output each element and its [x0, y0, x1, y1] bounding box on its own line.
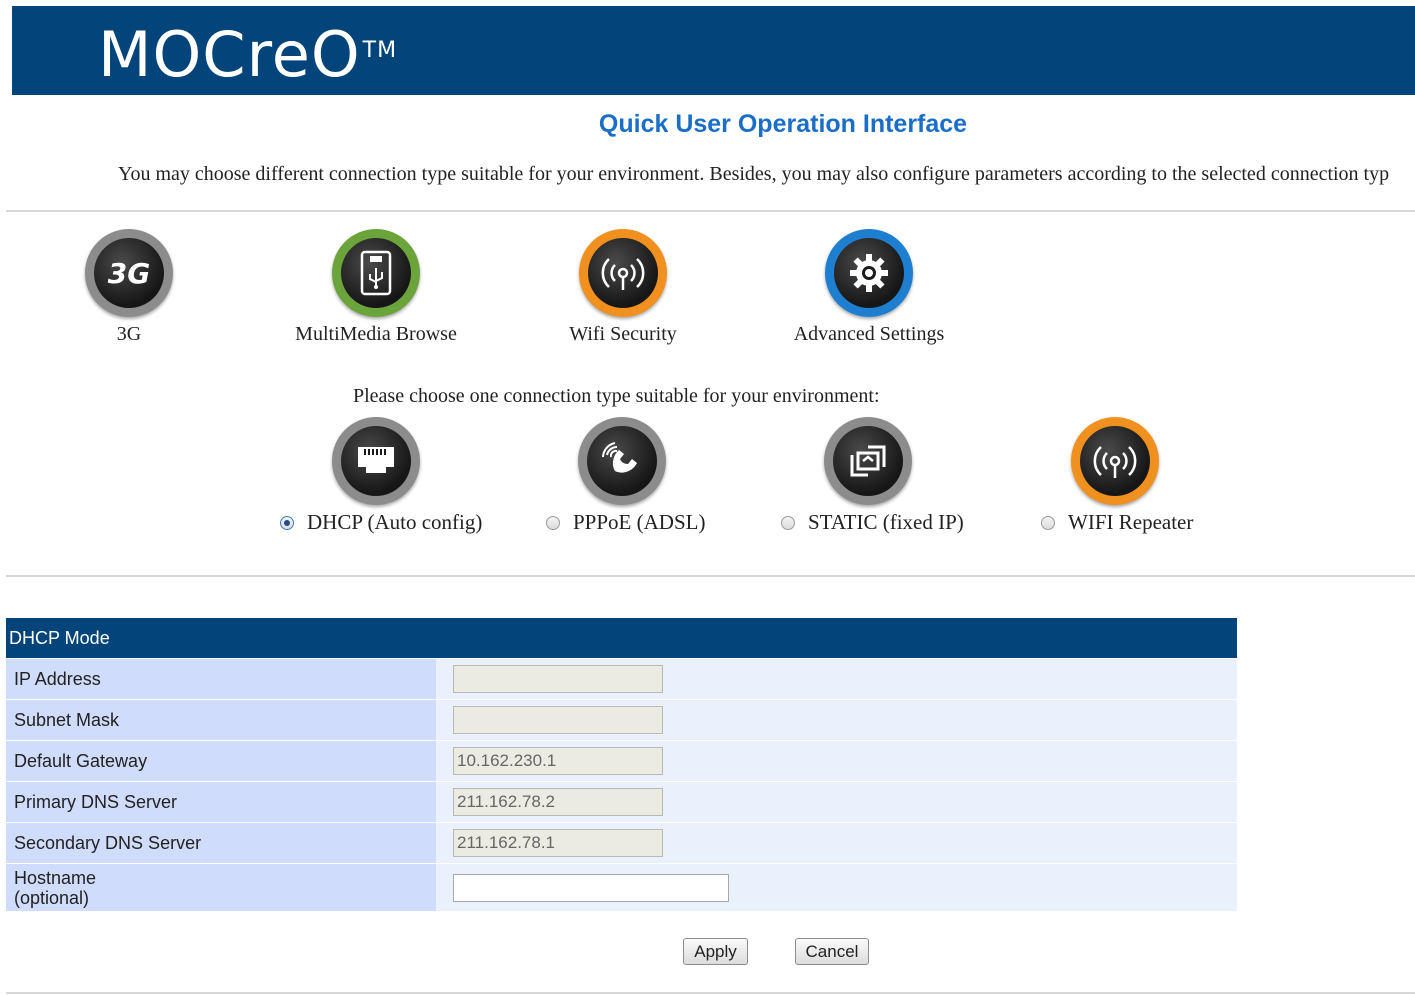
trademark: TM: [362, 38, 398, 63]
hostname-label-line1: Hostname: [14, 867, 97, 888]
divider: [6, 210, 1415, 212]
default-gateway-label: Default Gateway: [6, 740, 436, 781]
3g-icon: 3G: [85, 229, 173, 317]
page-description: You may choose different connection type…: [118, 163, 1390, 185]
radio-button[interactable]: [280, 515, 294, 530]
feature-label: MultiMedia Browse: [295, 323, 457, 345]
apply-button[interactable]: Apply: [683, 938, 748, 965]
radio-label: WIFI Repeater: [1068, 510, 1194, 534]
radio-label: DHCP (Auto config): [307, 510, 483, 534]
subnet-mask-field: [453, 706, 663, 734]
wifi-signal-icon: [579, 229, 667, 317]
cancel-button[interactable]: Cancel: [795, 938, 869, 965]
feature-label: 3G: [116, 323, 142, 345]
primary-dns-label: Primary DNS Server: [6, 781, 436, 822]
radio-wifi-repeater[interactable]: WIFI Repeater: [1041, 510, 1193, 535]
gear-icon: [825, 229, 913, 317]
divider: [6, 992, 1415, 994]
radio-static[interactable]: STATIC (fixed IP): [781, 510, 964, 535]
hostname-label-line2: (optional): [14, 887, 90, 908]
table-header: DHCP Mode: [6, 618, 1237, 658]
subnet-mask-label: Subnet Mask: [6, 699, 436, 740]
table-row: Default Gateway: [6, 740, 1237, 781]
default-gateway-field: [453, 747, 663, 775]
secondary-dns-label: Secondary DNS Server: [6, 822, 436, 863]
dhcp-mode-table: DHCP Mode IP Address Subnet Mask Default…: [6, 618, 1237, 911]
table-row: Secondary DNS Server: [6, 822, 1237, 863]
brand-name: MOCreO: [98, 18, 361, 91]
ethernet-icon[interactable]: [332, 417, 420, 505]
divider: [6, 575, 1415, 577]
radio-pppoe[interactable]: PPPoE (ADSL): [546, 510, 705, 535]
usb-drive-icon: [332, 229, 420, 317]
hostname-input[interactable]: [453, 873, 729, 902]
connection-prompt: Please choose one connection type suitab…: [353, 385, 880, 407]
wifi-signal-icon[interactable]: [1071, 417, 1159, 505]
feature-3g[interactable]: 3G 3G: [19, 229, 239, 346]
radio-dhcp[interactable]: DHCP (Auto config): [280, 510, 482, 535]
hostname-label: Hostname (optional): [6, 863, 436, 911]
radio-button[interactable]: [546, 515, 560, 530]
radio-label: PPPoE (ADSL): [573, 510, 706, 534]
page-title: Quick User Operation Interface: [598, 110, 968, 138]
feature-label: Advanced Settings: [793, 323, 945, 345]
ip-address-field: [453, 665, 663, 693]
static-ip-icon[interactable]: [824, 417, 912, 505]
feature-multimedia-browse[interactable]: MultiMedia Browse: [266, 229, 486, 346]
radio-button[interactable]: [1041, 515, 1055, 530]
feature-label: Wifi Security: [569, 323, 677, 345]
brand-logo: MOCreOTM: [98, 24, 397, 86]
table-row: IP Address: [6, 658, 1237, 699]
feature-advanced-settings[interactable]: Advanced Settings: [759, 229, 979, 346]
radio-label: STATIC (fixed IP): [808, 510, 964, 534]
ip-address-label: IP Address: [6, 658, 436, 699]
phone-icon[interactable]: [578, 417, 666, 505]
table-row: Subnet Mask: [6, 699, 1237, 740]
feature-wifi-security[interactable]: Wifi Security: [513, 229, 733, 346]
table-row: Primary DNS Server: [6, 781, 1237, 822]
table-row: Hostname (optional): [6, 863, 1237, 911]
secondary-dns-field: [453, 829, 663, 857]
radio-button[interactable]: [781, 515, 795, 530]
primary-dns-field: [453, 788, 663, 816]
header-bar: MOCreOTM: [12, 6, 1415, 95]
